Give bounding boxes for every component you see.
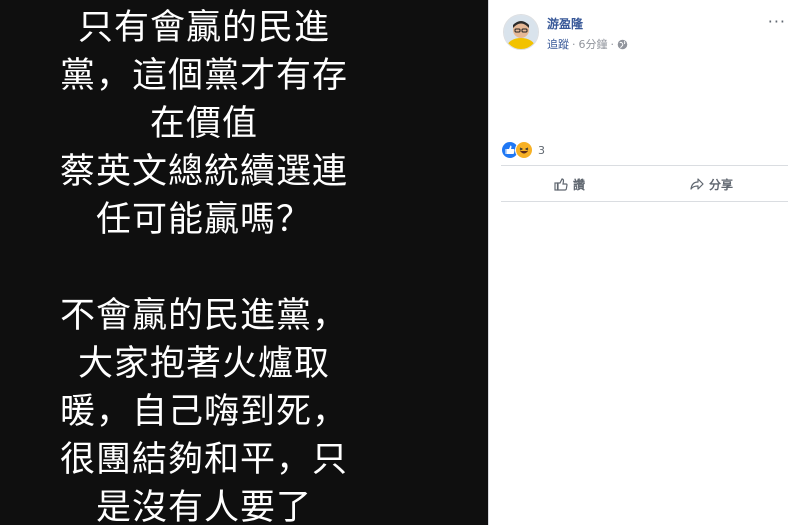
photo-text-line: 任可能贏嗎？ bbox=[95, 200, 312, 240]
share-button-label: 分享 bbox=[709, 177, 734, 192]
photo-text-line: 黨，這個黨才有存 bbox=[59, 56, 348, 96]
reaction-count: 3 bbox=[538, 143, 545, 157]
post-meta: 追蹤 · 6分鐘 · bbox=[547, 36, 628, 52]
follow-button[interactable]: 追蹤 bbox=[547, 36, 569, 52]
like-button[interactable]: 讚 bbox=[553, 173, 585, 195]
share-button[interactable]: 分享 bbox=[689, 173, 733, 195]
photo-text-line: 很團結夠和平，只 bbox=[59, 440, 348, 480]
globe-icon[interactable] bbox=[617, 39, 628, 50]
meta-separator: · bbox=[610, 37, 615, 51]
post-sidebar: 游盈隆 追蹤 · 6分鐘 · ··· 3 讚 分享 bbox=[489, 0, 800, 525]
share-arrow-icon bbox=[690, 178, 704, 190]
haha-reaction-icon bbox=[515, 141, 533, 159]
photo-text-gap bbox=[0, 244, 408, 292]
reactions-summary[interactable]: 3 bbox=[501, 141, 545, 159]
photo-text-line: 蔡英文總統續選連 bbox=[59, 152, 348, 192]
photo-text-line: 在價值 bbox=[149, 104, 258, 144]
photo-text-line: 不會贏的民進黨， bbox=[59, 296, 348, 336]
photo-text-line: 只有會贏的民進 bbox=[77, 8, 330, 48]
post-timestamp[interactable]: 6分鐘 bbox=[579, 36, 608, 52]
post-photo[interactable]: 只有會贏的民進 黨，這個黨才有存 在價值 蔡英文總統續選連 任可能贏嗎？ 不會贏… bbox=[0, 0, 488, 525]
actions-divider-top bbox=[501, 165, 788, 166]
author-avatar[interactable] bbox=[503, 14, 539, 50]
actions-divider-bottom bbox=[501, 201, 788, 202]
meta-separator: · bbox=[572, 37, 576, 51]
thumbs-up-icon bbox=[554, 178, 568, 191]
like-button-label: 讚 bbox=[573, 177, 586, 192]
photo-text-line: 大家抱著火爐取 bbox=[77, 344, 330, 384]
photo-text-line: 暖，自己嗨到死， bbox=[59, 392, 348, 432]
author-name[interactable]: 游盈隆 bbox=[547, 15, 583, 32]
more-options-icon[interactable]: ··· bbox=[768, 12, 786, 31]
photo-text: 只有會贏的民進 黨，這個黨才有存 在價值 蔡英文總統續選連 任可能贏嗎？ 不會贏… bbox=[0, 4, 408, 525]
photo-text-line: 是沒有人要了 bbox=[95, 488, 312, 525]
avatar-image bbox=[504, 15, 538, 49]
